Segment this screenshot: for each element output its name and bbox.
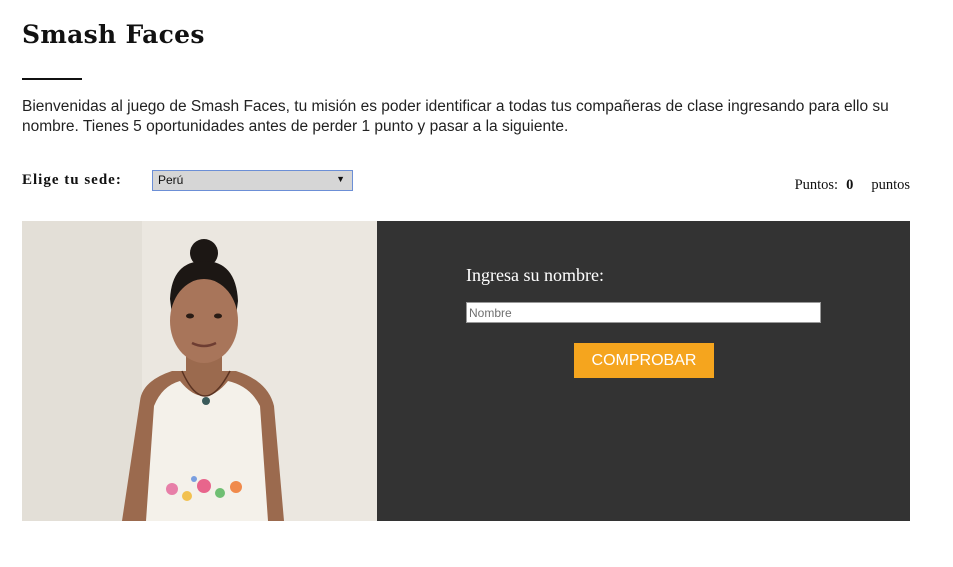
title-divider (22, 78, 82, 80)
score-value: 0 (846, 177, 854, 193)
answer-panel: Ingresa su nombre: COMPROBAR (377, 221, 910, 521)
name-input[interactable] (466, 302, 821, 323)
dropdown-arrow-icon: ▼ (336, 174, 345, 184)
score-unit: puntos (871, 177, 910, 193)
name-prompt: Ingresa su nombre: (466, 265, 604, 285)
sede-select[interactable]: Perú ▼ (152, 170, 353, 191)
sede-label: Elige tu sede: (22, 172, 122, 188)
score-display: Puntos: 0 puntos (795, 177, 910, 194)
page-title: Smash Faces (22, 20, 205, 49)
sede-selected-value: Perú (158, 173, 184, 187)
student-photo (22, 221, 377, 521)
score-label: Puntos: (794, 177, 839, 193)
check-button[interactable]: COMPROBAR (574, 343, 714, 378)
intro-text: Bienvenidas al juego de Smash Faces, tu … (22, 98, 889, 135)
